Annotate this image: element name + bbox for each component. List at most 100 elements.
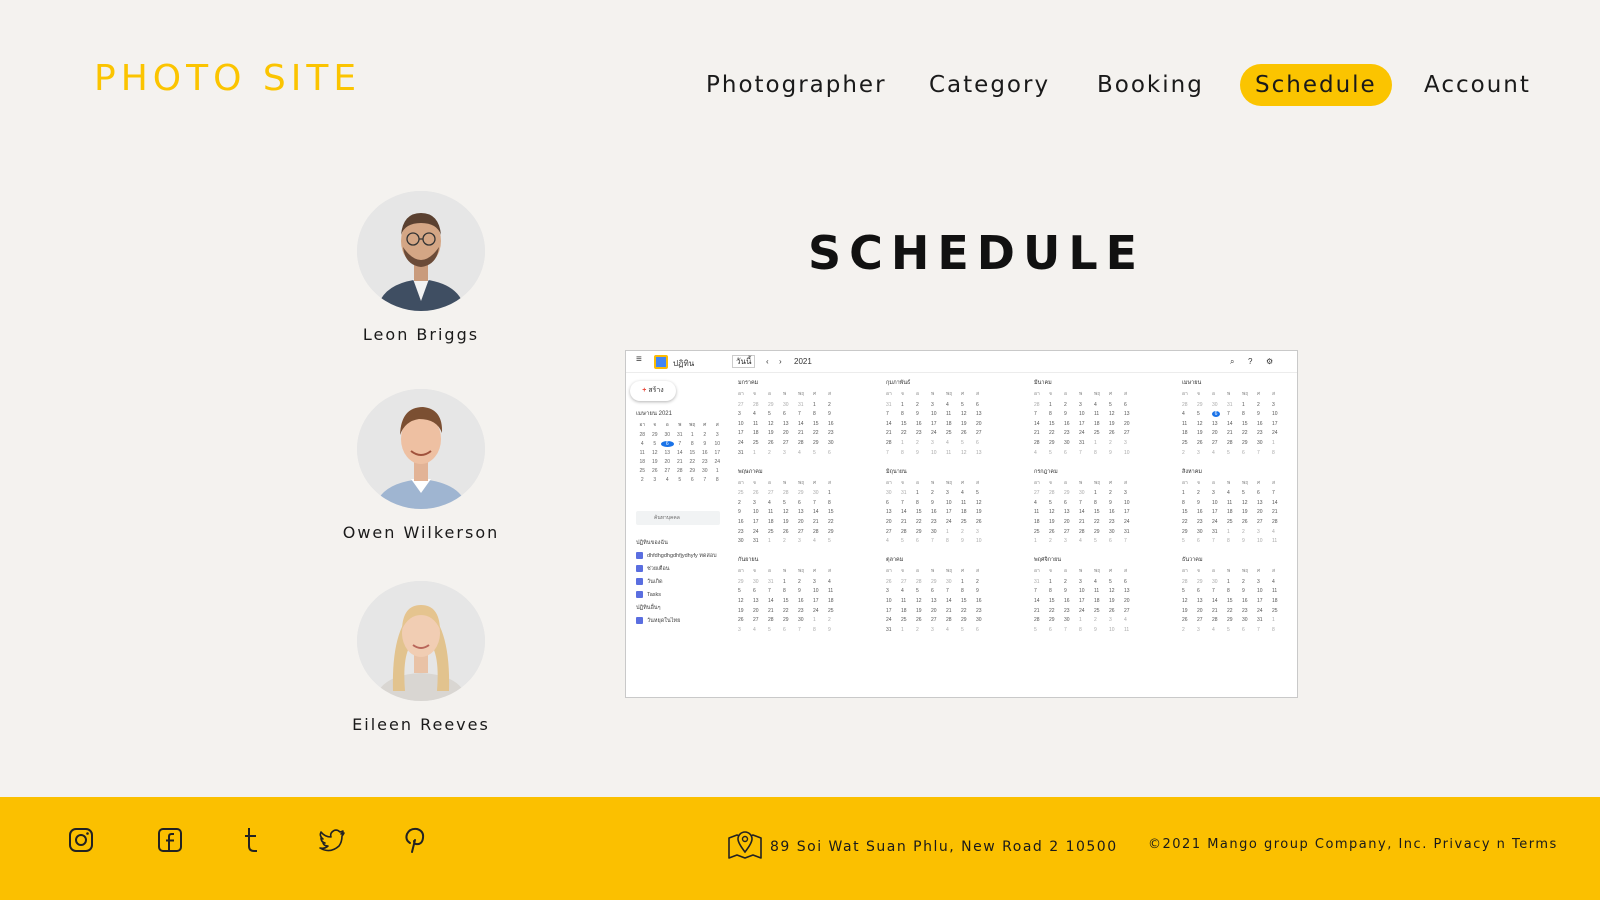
day-cell[interactable]: 18 [1094,598,1109,604]
day-cell[interactable]: 20 [1212,430,1227,436]
day-cell[interactable]: 4 [1094,402,1109,408]
day-cell[interactable]: 15 [828,509,843,515]
day-cell[interactable]: 4 [886,538,901,544]
day-cell[interactable]: 28 [1079,529,1094,535]
day-cell[interactable]: 6 [931,588,946,594]
day-cell[interactable]: 3 [753,500,768,506]
day-cell[interactable]: 6 [976,627,991,633]
day-cell[interactable]: 9 [1242,588,1257,594]
day-cell[interactable]: 6 [1197,588,1212,594]
day-cell[interactable]: 28 [1212,617,1227,623]
day-cell[interactable]: 7 [1257,450,1272,456]
day-cell[interactable]: 19 [916,608,931,614]
day-cell[interactable]: 22 [901,430,916,436]
day-cell[interactable]: 22 [783,608,798,614]
day-cell[interactable]: 13 [661,450,674,456]
day-cell[interactable]: 4 [1212,450,1227,456]
day-cell[interactable]: 31 [674,432,687,438]
calendar-item[interactable]: dhfdhgdhgdhfjydhyfy ทดสอบ [636,550,717,563]
day-cell[interactable]: 5 [901,538,916,544]
day-cell[interactable]: 19 [976,509,991,515]
day-cell[interactable]: 9 [798,588,813,594]
month-name[interactable]: สิงหาคม [1182,468,1297,475]
day-cell[interactable]: 29 [1197,402,1212,408]
day-cell[interactable]: 26 [976,519,991,525]
day-cell[interactable]: 24 [813,608,828,614]
day-cell[interactable]: 29 [768,402,783,408]
day-cell[interactable]: 9 [1197,500,1212,506]
day-cell[interactable]: 8 [1272,627,1287,633]
day-cell[interactable]: 14 [813,509,828,515]
day-cell[interactable]: 10 [1212,500,1227,506]
day-cell[interactable]: 31 [886,627,901,633]
day-cell[interactable]: 1 [768,538,783,544]
day-cell[interactable]: 10 [1272,411,1287,417]
day-cell[interactable]: 5 [1049,500,1064,506]
day-cell[interactable]: 17 [1257,598,1272,604]
day-cell[interactable]: 18 [1094,421,1109,427]
day-cell[interactable]: 31 [901,490,916,496]
day-cell[interactable]: 4 [753,627,768,633]
day-cell[interactable]: 2 [1197,490,1212,496]
day-cell[interactable]: 3 [738,411,753,417]
day-cell[interactable]: 11 [961,500,976,506]
day-cell[interactable]: 1 [711,468,724,474]
month-name[interactable]: ธันวาคม [1182,556,1297,563]
day-cell[interactable]: 8 [828,500,843,506]
day-cell[interactable]: 30 [813,490,828,496]
day-cell[interactable]: 11 [828,588,843,594]
day-cell[interactable]: 17 [738,430,753,436]
day-cell[interactable]: 1 [1049,402,1064,408]
day-cell[interactable]: 20 [798,519,813,525]
day-cell[interactable]: 8 [901,450,916,456]
today-button[interactable]: วันนี้ [732,355,756,368]
day-cell[interactable]: 11 [1034,509,1049,515]
day-cell[interactable]: 12 [738,598,753,604]
day-cell[interactable]: 15 [783,598,798,604]
day-cell[interactable]: 9 [916,411,931,417]
day-cell[interactable]: 6 [828,450,843,456]
day-cell[interactable]: 28 [1227,440,1242,446]
day-cell[interactable]: 11 [1182,421,1197,427]
day-cell[interactable]: 7 [768,588,783,594]
day-cell[interactable]: 4 [636,441,649,447]
day-cell[interactable]: 31 [1124,529,1139,535]
day-cell[interactable]: 25 [961,519,976,525]
day-cell[interactable]: 18 [946,421,961,427]
day-cell[interactable]: 30 [1064,617,1079,623]
day-cell[interactable]: 31 [768,579,783,585]
avatar-owen[interactable] [357,389,485,509]
day-cell[interactable]: 21 [901,519,916,525]
day-cell[interactable]: 19 [961,421,976,427]
day-cell[interactable]: 29 [1049,440,1064,446]
day-cell[interactable]: 30 [783,402,798,408]
day-cell[interactable]: 23 [798,608,813,614]
day-cell[interactable]: 5 [976,490,991,496]
day-cell[interactable]: 21 [1212,608,1227,614]
day-cell[interactable]: 25 [1094,430,1109,436]
day-cell[interactable]: 2 [1182,450,1197,456]
day-cell[interactable]: 16 [976,598,991,604]
day-cell[interactable]: 1 [1227,529,1242,535]
day-cell[interactable]: 13 [976,411,991,417]
day-cell[interactable]: 9 [1094,627,1109,633]
day-cell[interactable]: 11 [1272,538,1287,544]
day-cell[interactable]: 3 [931,627,946,633]
day-cell[interactable]: 22 [1094,519,1109,525]
day-cell[interactable]: 4 [1272,529,1287,535]
day-cell[interactable]: 26 [961,430,976,436]
day-cell[interactable]: 2 [1109,490,1124,496]
day-cell[interactable]: 8 [946,538,961,544]
day-cell[interactable]: 12 [961,411,976,417]
day-cell[interactable]: 12 [1197,421,1212,427]
day-cell[interactable]: 9 [828,411,843,417]
day-cell[interactable]: 30 [1257,440,1272,446]
day-cell[interactable]: 20 [976,421,991,427]
day-cell[interactable]: 20 [1197,608,1212,614]
day-cell[interactable]: 31 [1212,529,1227,535]
day-cell[interactable]: 23 [916,430,931,436]
day-cell[interactable]: 9 [738,509,753,515]
day-cell[interactable]: 30 [1109,529,1124,535]
day-cell[interactable]: 18 [1227,509,1242,515]
day-cell[interactable]: 10 [1257,538,1272,544]
